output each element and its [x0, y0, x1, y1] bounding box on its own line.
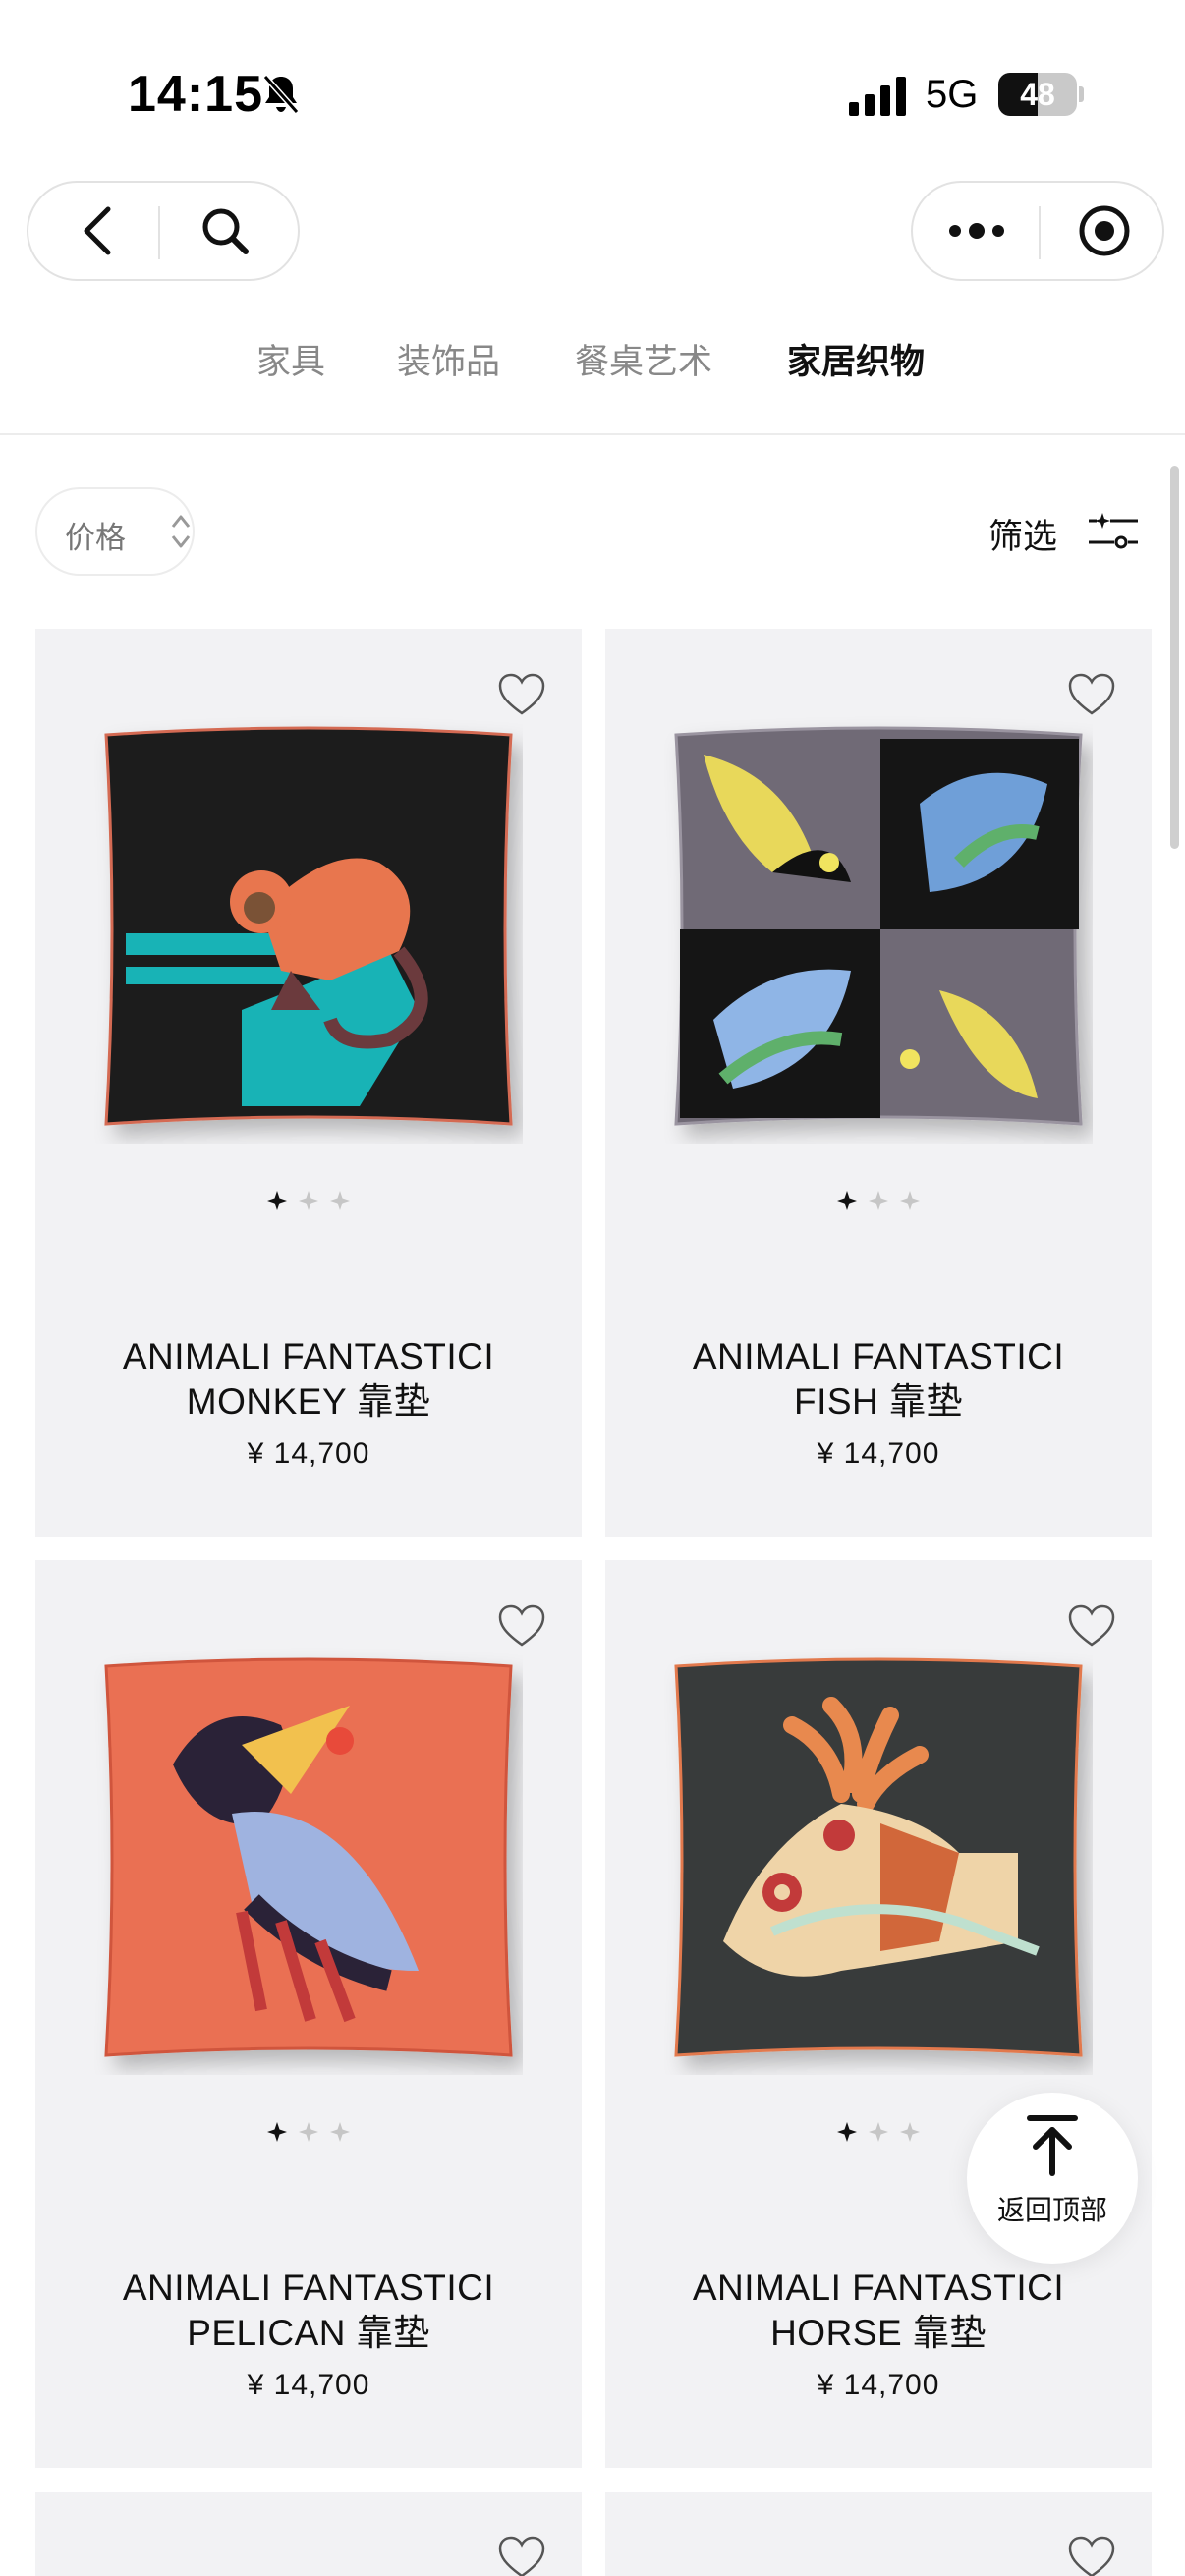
more-button[interactable] [919, 183, 1035, 279]
heart-icon[interactable] [497, 672, 546, 717]
carousel-dots [35, 2120, 582, 2144]
tab-tableware[interactable]: 餐桌艺术 [575, 334, 712, 384]
product-card-pelican[interactable]: ANIMALI FANTASTICI PELICAN 靠垫 ¥ 14,700 [35, 1560, 582, 2468]
product-price: ¥ 14,700 [247, 2369, 370, 2401]
product-card-partial-left[interactable] [35, 2492, 582, 2576]
search-button[interactable] [166, 183, 284, 279]
tab-furniture[interactable]: 家具 [256, 334, 325, 384]
heart-icon[interactable] [497, 2535, 546, 2576]
back-button[interactable] [38, 183, 156, 279]
chevron-left-icon [84, 206, 111, 255]
product-name: ANIMALI FANTASTICI FISH 靠垫 [692, 1336, 1065, 1422]
search-icon [202, 208, 249, 254]
back-to-top-label: 返回顶部 [996, 2195, 1107, 2225]
product-name: ANIMALI FANTASTICI HORSE 靠垫 [692, 2268, 1065, 2353]
tab-home-textiles[interactable]: 家居织物 [787, 334, 925, 384]
carousel-dots [35, 1189, 582, 1212]
heart-icon[interactable] [497, 1603, 546, 1649]
signal-icon [849, 77, 906, 116]
scrollbar[interactable] [1170, 466, 1179, 849]
target-icon [1079, 205, 1130, 256]
pillow-image-monkey [104, 726, 513, 1126]
more-dots-icon [949, 223, 1004, 239]
product-name: ANIMALI FANTASTICI PELICAN 靠垫 [122, 2268, 495, 2353]
heart-icon[interactable] [1067, 672, 1116, 717]
price-sort-button[interactable]: 价格 [35, 487, 195, 576]
sort-arrows-icon [171, 515, 191, 548]
product-card-horse[interactable]: ANIMALI FANTASTICI HORSE 靠垫 ¥ 14,700 [605, 1560, 1152, 2468]
product-price: ¥ 14,700 [817, 1437, 940, 1470]
pillow-image-horse [674, 1657, 1083, 2057]
battery-indicator: 48 [998, 73, 1084, 116]
network-label: 5G [926, 73, 979, 116]
heart-icon[interactable] [1067, 2535, 1116, 2576]
product-card-partial-right[interactable] [605, 2492, 1152, 2576]
pillow-image-pelican [104, 1657, 513, 2057]
nav-pill-right [911, 181, 1164, 281]
battery-level: 48 [1020, 77, 1055, 112]
back-to-top-button[interactable]: 返回顶部 [967, 2093, 1138, 2264]
product-price: ¥ 14,700 [817, 2369, 940, 2401]
status-bar: 14:15 5G 48 [0, 0, 1185, 157]
sliders-icon[interactable] [1085, 509, 1142, 554]
category-tabs: 家具 装饰品 餐桌艺术 家居织物 [0, 334, 1185, 397]
close-program-button[interactable] [1046, 183, 1162, 279]
nav-pill-left [27, 181, 300, 281]
filter-label[interactable]: 筛选 [988, 509, 1057, 559]
heart-icon[interactable] [1067, 1603, 1116, 1649]
product-name: ANIMALI FANTASTICI MONKEY 靠垫 [122, 1336, 495, 1422]
pillow-image-fish [674, 726, 1083, 1126]
carousel-dots [605, 1189, 1152, 1212]
price-sort-label: 价格 [65, 521, 126, 555]
product-card-monkey[interactable]: ANIMALI FANTASTICI MONKEY 靠垫 ¥ 14,700 [35, 629, 582, 1537]
status-time: 14:15 [128, 66, 263, 123]
product-card-fish[interactable]: ANIMALI FANTASTICI FISH 靠垫 ¥ 14,700 [605, 629, 1152, 1537]
arrow-up-to-top-icon [1027, 2115, 1078, 2176]
bell-slash-icon [262, 75, 300, 114]
tabs-divider [0, 433, 1185, 435]
tab-decor[interactable]: 装饰品 [397, 334, 500, 384]
product-price: ¥ 14,700 [247, 1437, 370, 1470]
